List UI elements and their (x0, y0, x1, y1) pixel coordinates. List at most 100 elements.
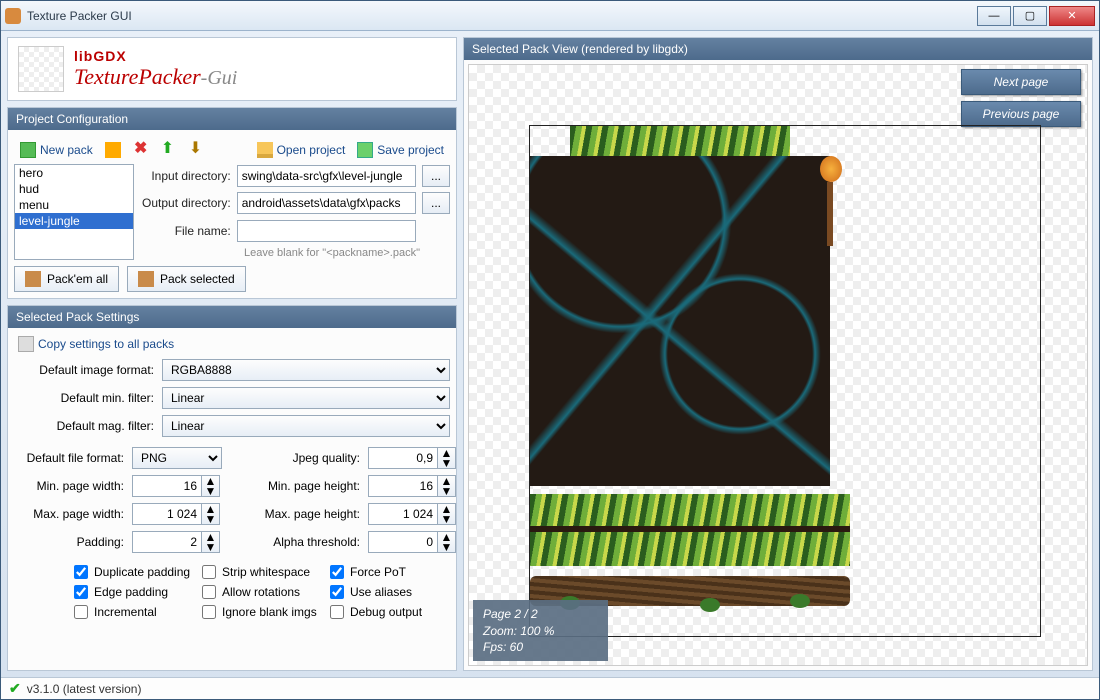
mag-filter-select[interactable]: Linear (162, 415, 450, 437)
delete-pack-button[interactable]: ✖ (129, 140, 153, 160)
save-project-button[interactable]: Save project (353, 140, 448, 160)
project-toolbar: New pack ✖ ⬆ ⬇ Open project Save project (14, 136, 450, 164)
alpha-label: Alpha threshold: (250, 535, 360, 549)
titlebar[interactable]: Texture Packer GUI — ▢ ✕ (1, 1, 1099, 31)
close-button[interactable]: ✕ (1049, 6, 1095, 26)
min-h-spinner[interactable]: ▲▼ (368, 475, 478, 497)
ignore-blank-check[interactable]: Ignore blank imgs (202, 605, 322, 619)
pack-list-item[interactable]: hud (15, 181, 133, 197)
pack-list-item[interactable]: level-jungle (15, 213, 133, 229)
edge-padding-check[interactable]: Edge padding (74, 585, 194, 599)
status-zoom: Zoom: 100 % (483, 623, 554, 639)
file-format-select[interactable]: PNG (132, 447, 222, 469)
project-config-panel: Project Configuration New pack ✖ ⬆ ⬇ Ope… (7, 107, 457, 299)
app-window: Texture Packer GUI — ▢ ✕ libGDX TextureP… (0, 0, 1100, 700)
footer-bar: ✔ v3.1.0 (latest version) (1, 677, 1099, 699)
browse-output-button[interactable]: ... (422, 192, 450, 214)
logo-libgdx: libGDX (74, 48, 237, 64)
arrow-down-icon: ⬇ (189, 142, 205, 158)
jpeg-q-spinner[interactable]: ▲▼ (368, 447, 478, 469)
min-filter-label: Default min. filter: (14, 391, 154, 405)
logo-checker-icon (18, 46, 64, 92)
pack-all-button[interactable]: Pack'em all (14, 266, 119, 292)
check-icon: ✔ (9, 680, 21, 697)
output-dir-field[interactable] (237, 192, 416, 214)
status-page: Page 2 / 2 (483, 606, 554, 622)
version-label: v3.1.0 (latest version) (27, 682, 142, 696)
output-dir-label: Output directory: (142, 196, 231, 210)
checkbox-grid: Duplicate padding Strip whitespace Force… (14, 565, 450, 619)
pack-selected-button[interactable]: Pack selected (127, 266, 246, 292)
logo-text: libGDX TexturePacker-Gui (74, 48, 237, 90)
max-h-label: Max. page height: (250, 507, 360, 521)
status-fps: Fps: 60 (483, 639, 554, 655)
pack-list-item[interactable]: menu (15, 197, 133, 213)
img-format-select[interactable]: RGBA8888 (162, 359, 450, 381)
project-config-header: Project Configuration (8, 108, 456, 130)
sprite-torch (820, 156, 840, 246)
pack-settings-header: Selected Pack Settings (8, 306, 456, 328)
box-icon (138, 271, 154, 287)
img-format-label: Default image format: (14, 363, 154, 377)
filename-hint: Leave blank for "<packname>.pack" (237, 247, 450, 259)
new-pack-button[interactable]: New pack (16, 140, 97, 160)
left-column: libGDX TexturePacker-Gui Project Configu… (7, 37, 457, 671)
allow-rot-check[interactable]: Allow rotations (202, 585, 322, 599)
max-h-spinner[interactable]: ▲▼ (368, 503, 478, 525)
logo-gui: -Gui (201, 67, 238, 89)
input-dir-field[interactable] (237, 165, 416, 187)
debug-output-check[interactable]: Debug output (330, 605, 450, 619)
max-w-spinner[interactable]: ▲▼ (132, 503, 242, 525)
app-body: libGDX TexturePacker-Gui Project Configu… (1, 31, 1099, 677)
arrow-up-icon: ⬆ (161, 142, 177, 158)
preview-viewport[interactable]: Next page Previous page Page 2 / 2 (468, 64, 1088, 666)
logo-banner: libGDX TexturePacker-Gui (7, 37, 457, 101)
pencil-icon (105, 142, 121, 158)
minimize-button[interactable]: — (977, 6, 1011, 26)
dup-padding-check[interactable]: Duplicate padding (74, 565, 194, 579)
atlas-page (529, 125, 1041, 637)
directories-grid: Input directory: ... Output directory: .… (142, 164, 450, 260)
preview-panel: Selected Pack View (rendered by libgdx) … (463, 37, 1093, 671)
plus-icon (20, 142, 36, 158)
use-aliases-check[interactable]: Use aliases (330, 585, 450, 599)
app-icon (5, 8, 21, 24)
incremental-check[interactable]: Incremental (74, 605, 194, 619)
force-pot-check[interactable]: Force PoT (330, 565, 450, 579)
min-w-spinner[interactable]: ▲▼ (132, 475, 242, 497)
box-icon (25, 271, 41, 287)
preview-status: Page 2 / 2 Zoom: 100 % Fps: 60 (473, 600, 608, 661)
alpha-spinner[interactable]: ▲▼ (368, 531, 478, 553)
rename-pack-button[interactable] (101, 140, 125, 160)
move-up-button[interactable]: ⬆ (157, 140, 181, 160)
strip-ws-check[interactable]: Strip whitespace (202, 565, 322, 579)
filename-label: File name: (142, 224, 231, 238)
open-project-button[interactable]: Open project (253, 140, 350, 160)
copy-icon (18, 336, 34, 352)
input-dir-label: Input directory: (142, 169, 231, 183)
padding-label: Padding: (14, 535, 124, 549)
x-icon: ✖ (133, 142, 149, 158)
sprite-rock (530, 156, 830, 486)
jpeg-q-label: Jpeg quality: (250, 451, 360, 465)
pack-list-item[interactable]: hero (15, 165, 133, 181)
pack-list[interactable]: hero hud menu level-jungle (14, 164, 134, 260)
pack-settings-panel: Selected Pack Settings Copy settings to … (7, 305, 457, 671)
min-filter-select[interactable]: Linear (162, 387, 450, 409)
next-page-button[interactable]: Next page (961, 69, 1081, 95)
maximize-button[interactable]: ▢ (1013, 6, 1047, 26)
copy-settings-button[interactable]: Copy settings to all packs (14, 334, 178, 354)
file-format-label: Default file format: (14, 451, 124, 465)
preview-header: Selected Pack View (rendered by libgdx) (464, 38, 1092, 60)
move-down-button[interactable]: ⬇ (185, 140, 209, 160)
disk-icon (357, 142, 373, 158)
filename-field[interactable] (237, 220, 416, 242)
logo-tp: TexturePacker (74, 64, 201, 89)
padding-spinner[interactable]: ▲▼ (132, 531, 242, 553)
window-title: Texture Packer GUI (27, 9, 132, 23)
mag-filter-label: Default mag. filter: (14, 419, 154, 433)
min-w-label: Min. page width: (14, 479, 124, 493)
max-w-label: Max. page width: (14, 507, 124, 521)
prev-page-button[interactable]: Previous page (961, 101, 1081, 127)
browse-input-button[interactable]: ... (422, 165, 450, 187)
